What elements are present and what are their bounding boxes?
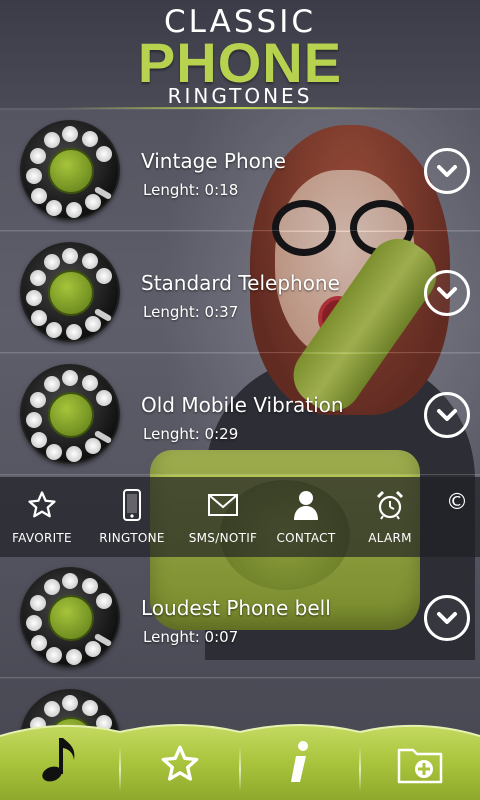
ringtone-length: Lenght: 0:18 — [143, 181, 239, 199]
envelope-icon — [178, 489, 268, 521]
set-sms-notification-button[interactable]: SMS/NOTIF — [178, 489, 268, 545]
chevron-down-icon[interactable] — [424, 595, 470, 641]
set-contact-ringtone-button[interactable]: CONTACT — [261, 489, 351, 545]
nav-info-button[interactable] — [240, 718, 360, 800]
chevron-down-icon[interactable] — [424, 270, 470, 316]
rotary-dial-icon — [20, 120, 120, 220]
ringtone-title: Vintage Phone — [141, 149, 286, 173]
app-header: CLASSIC PHONE RINGTONES — [0, 0, 480, 108]
rotary-dial-icon — [20, 242, 120, 342]
info-icon — [288, 740, 312, 788]
ringtone-action-bar: FAVORITE RINGTONE SMS/NOTIF CONTACT ALAR… — [0, 477, 480, 557]
smartphone-icon — [87, 489, 177, 521]
set-ringtone-button[interactable]: RINGTONE — [87, 489, 177, 545]
ringtone-row[interactable]: Old Mobile Vibration Lenght: 0:29 — [0, 354, 480, 475]
star-icon — [160, 744, 200, 788]
ringtone-length: Lenght: 0:29 — [143, 425, 239, 443]
action-label: SMS/NOTIF — [188, 531, 258, 545]
set-alarm-button[interactable]: ALARM — [345, 489, 435, 545]
ringtone-title: Old Mobile Vibration — [141, 393, 344, 417]
ringtone-title: Loudest Phone bell — [141, 596, 331, 620]
alarm-clock-icon — [345, 489, 435, 521]
action-label: FAVORITE — [12, 531, 72, 545]
nav-add-folder-button[interactable] — [360, 718, 480, 800]
rotary-dial-icon — [20, 364, 120, 464]
add-folder-icon — [397, 744, 443, 788]
ringtone-row[interactable]: Loudest Phone bell Lenght: 0:07 — [0, 557, 480, 678]
star-outline-icon — [0, 489, 87, 521]
rotary-dial-icon — [20, 567, 120, 667]
nav-ringtones-button[interactable] — [0, 718, 120, 800]
ringtone-title: Standard Telephone — [141, 271, 340, 295]
music-note-icon — [40, 734, 80, 788]
app-title-bottom: RINGTONES — [167, 84, 313, 108]
chevron-down-icon[interactable] — [424, 392, 470, 438]
ringtone-length: Lenght: 0:07 — [143, 628, 239, 646]
action-label: RINGTONE — [99, 531, 165, 545]
header-divider — [60, 107, 420, 109]
copyright-symbol[interactable]: © — [446, 490, 468, 515]
nav-favorites-button[interactable] — [120, 718, 240, 800]
bottom-nav-bar — [0, 718, 480, 800]
ringtone-row[interactable]: Vintage Phone Lenght: 0:18 — [0, 110, 480, 231]
chevron-down-icon[interactable] — [424, 148, 470, 194]
set-favorite-button[interactable]: FAVORITE — [0, 489, 87, 545]
ringtone-length: Lenght: 0:37 — [143, 303, 239, 321]
action-label: ALARM — [368, 531, 412, 545]
ringtone-row[interactable]: Standard Telephone Lenght: 0:37 — [0, 232, 480, 353]
person-icon — [261, 489, 351, 521]
action-label: CONTACT — [276, 531, 336, 545]
